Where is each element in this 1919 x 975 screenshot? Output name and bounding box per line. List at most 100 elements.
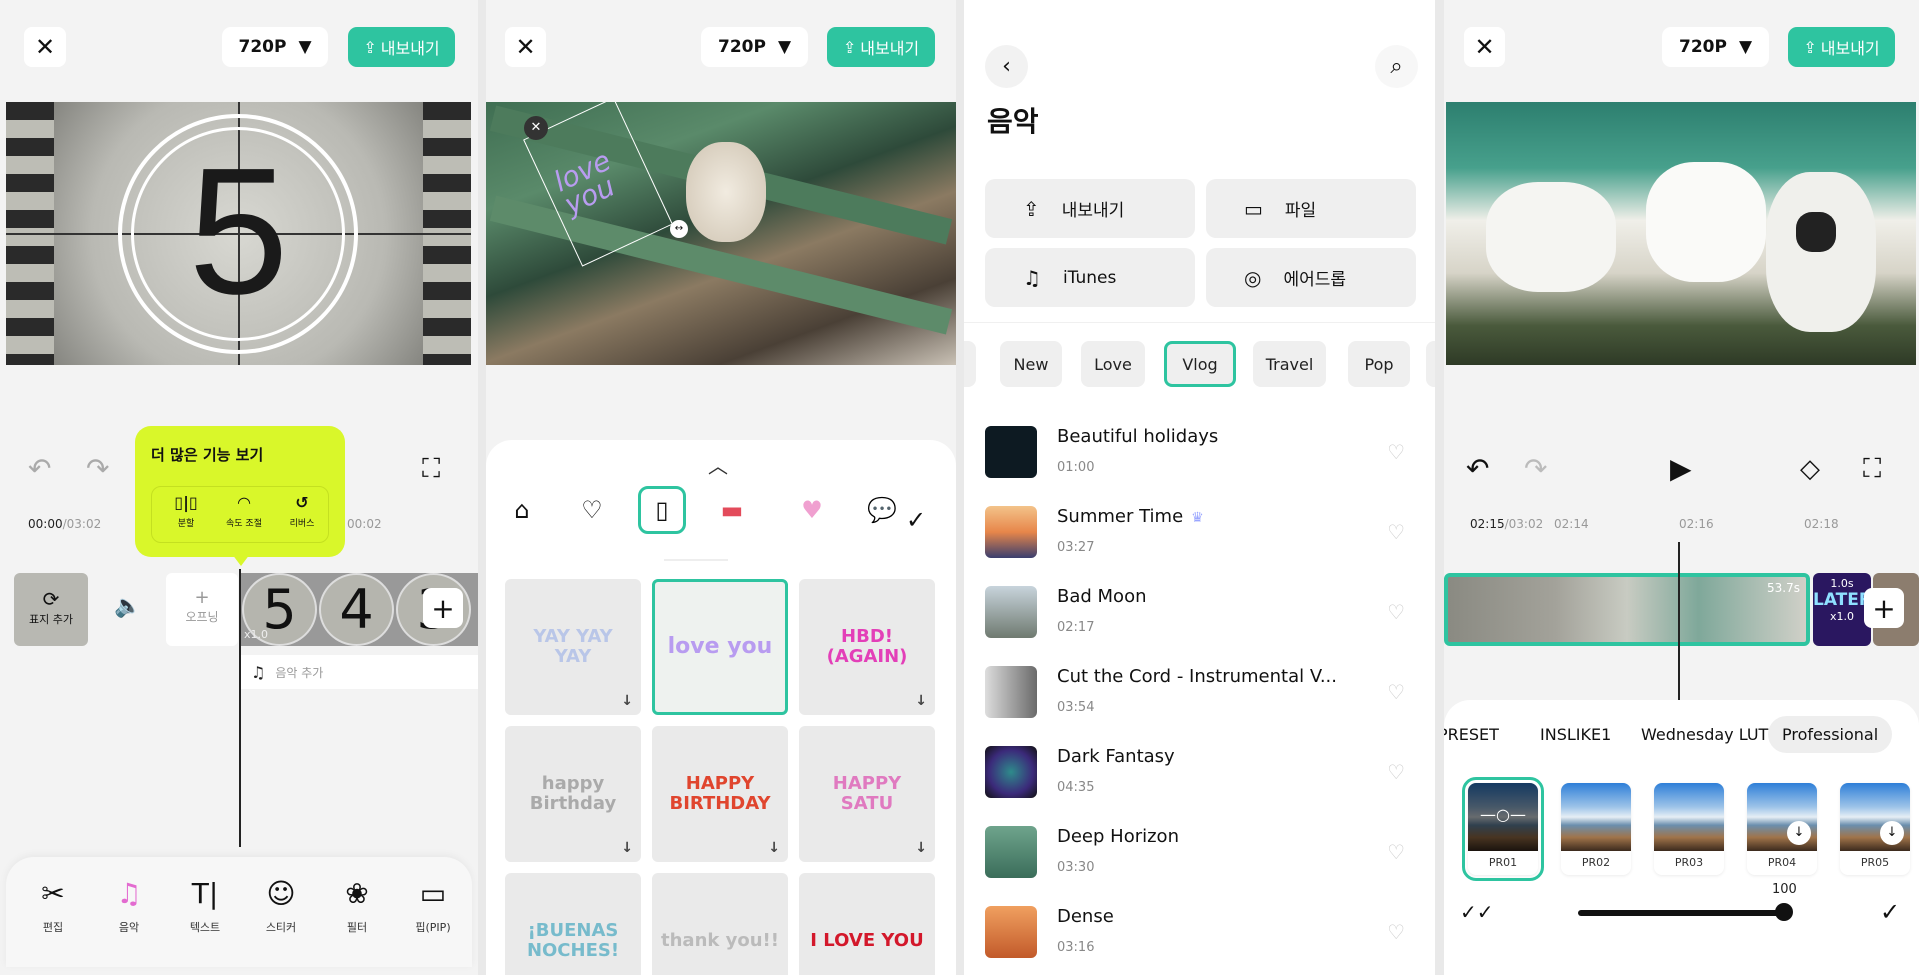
tool-music[interactable]: ♫ 음악 (94, 877, 164, 935)
sticker-item[interactable]: I LOVE YOU (799, 873, 935, 975)
filter-tab[interactable]: PRESET (1444, 725, 1499, 744)
add-opening-button[interactable]: + 오프닝 (166, 573, 238, 646)
tool-edit[interactable]: ✂ 편집 (18, 877, 88, 935)
selected-video-clip[interactable]: 53.7s (1444, 573, 1810, 646)
resolution-dropdown[interactable]: 720P ▼ (1662, 27, 1769, 67)
export-button[interactable]: ⇪ 내보내기 (1788, 27, 1895, 67)
download-icon[interactable]: ↓ (621, 840, 633, 856)
favorite-heart-icon[interactable]: ♡ (1387, 920, 1405, 944)
song-item[interactable]: Summer Time ♛ 03:27 ♡ (985, 500, 1415, 570)
sticker-resize-icon[interactable]: ↔ (670, 220, 688, 238)
sticker-category-heart-wings-icon[interactable]: ♥ (788, 486, 836, 534)
genre-chip[interactable]: Love (1081, 341, 1145, 387)
genre-chip[interactable]: Travel (1253, 341, 1326, 387)
sticker-category-favorite-heart-icon[interactable]: ♡ (568, 486, 616, 534)
video-preview[interactable] (1446, 102, 1916, 365)
sticker-category-speech-heart-icon[interactable]: 💬 (858, 486, 906, 534)
genre-chip-partial[interactable] (1426, 341, 1435, 387)
keyframe-button[interactable]: ◇ (1800, 454, 1820, 484)
export-button[interactable]: ⇪ 내보내기 (827, 27, 935, 67)
filter-thumb[interactable]: ↓ PR04 (1747, 783, 1817, 875)
download-icon[interactable]: ↓ (915, 693, 927, 709)
back-button[interactable]: ‹ (985, 45, 1028, 88)
playhead[interactable] (239, 569, 241, 847)
sticker-item[interactable]: HAPPY SATU ↓ (799, 726, 935, 862)
add-clip-button[interactable]: + (423, 588, 463, 628)
sticker-item[interactable]: HBD! (AGAIN) ↓ (799, 579, 935, 715)
source-folder[interactable]: ▭ 파일 (1206, 179, 1416, 238)
undo-button[interactable]: ↶ (28, 452, 51, 485)
fullscreen-button[interactable]: ⛶ (1863, 454, 1881, 485)
song-item[interactable]: Dense 03:16 ♡ (985, 900, 1415, 970)
sticker-delete-icon[interactable]: ✕ (524, 116, 548, 140)
undo-button[interactable]: ↶ (1466, 452, 1489, 485)
filter-thumb[interactable]: PR02 (1561, 783, 1631, 875)
song-item[interactable]: Bad Moon 02:17 ♡ (985, 580, 1415, 650)
favorite-heart-icon[interactable]: ♡ (1387, 840, 1405, 864)
tool-filter[interactable]: ❀ 필터 (322, 877, 392, 935)
source-export[interactable]: ⇪ 내보내기 (985, 179, 1195, 238)
volume-icon[interactable]: 🔈 (114, 594, 141, 619)
song-item[interactable]: Cut the Cord - Instrumental V... 03:54 ♡ (985, 660, 1415, 730)
download-icon[interactable]: ↓ (1880, 821, 1904, 845)
fullscreen-button[interactable]: ⛶ (422, 454, 440, 485)
song-item[interactable]: Beautiful holidays 01:00 ♡ (985, 420, 1415, 490)
search-button[interactable]: ⌕ (1375, 45, 1418, 88)
tool-sticker[interactable]: ☺ 스티커 (246, 877, 316, 935)
filter-thumb[interactable]: ↓ PR05 (1840, 783, 1910, 875)
filter-tab-selected[interactable]: Professional (1768, 716, 1893, 753)
export-button[interactable]: ⇪ 내보내기 (348, 27, 455, 67)
sticker-category-store-icon[interactable]: ⌂ (498, 486, 546, 534)
add-music-track[interactable]: ♫ 음악 추가 (241, 655, 478, 689)
sticker-category-text-sticker-icon[interactable]: ▯ (638, 486, 686, 534)
sticker-item[interactable]: thank you!! (652, 873, 788, 975)
sticker-item[interactable]: ¡BUENAS NOCHES! (505, 873, 641, 975)
play-button[interactable]: ▶ (1670, 452, 1692, 485)
redo-button[interactable]: ↷ (86, 452, 109, 485)
genre-chip[interactable]: New (1000, 341, 1062, 387)
apply-all-icon[interactable]: ✓✓ (1460, 900, 1494, 924)
tool-pip[interactable]: ▭ 핍(PIP) (398, 877, 468, 935)
tool-text[interactable]: T| 텍스트 (170, 877, 240, 935)
sticker-item[interactable]: love you (652, 579, 788, 715)
chevron-up-icon[interactable]: ︿ (708, 450, 728, 479)
sticker-category-banner-sticker-icon[interactable]: ▬ (708, 486, 756, 534)
resolution-dropdown[interactable]: 720P ▼ (222, 27, 328, 67)
sticker-item[interactable]: happy Birthday ↓ (505, 726, 641, 862)
close-button[interactable]: ✕ (24, 27, 66, 67)
filter-thumb-selected[interactable]: —○— PR01 (1462, 777, 1544, 881)
close-button[interactable]: ✕ (505, 27, 546, 67)
genre-chip[interactable]: Pop (1348, 341, 1410, 387)
download-icon[interactable]: ↓ (768, 840, 780, 856)
filter-tab[interactable]: Wednesday LUT (1641, 725, 1768, 744)
add-cover-button[interactable]: ⟳ 표지 추가 (14, 573, 88, 646)
favorite-heart-icon[interactable]: ♡ (1387, 680, 1405, 704)
download-icon[interactable]: ↓ (915, 840, 927, 856)
song-item[interactable]: Dark Fantasy 04:35 ♡ (985, 740, 1415, 810)
download-icon[interactable]: ↓ (1787, 821, 1811, 845)
favorite-heart-icon[interactable]: ♡ (1387, 600, 1405, 624)
favorite-heart-icon[interactable]: ♡ (1387, 520, 1405, 544)
favorite-heart-icon[interactable]: ♡ (1387, 440, 1405, 464)
song-item[interactable]: Deep Horizon 03:30 ♡ (985, 820, 1415, 890)
video-preview[interactable]: love you ✕ ↔ (486, 102, 956, 365)
genre-chip-selected[interactable]: Vlog (1164, 341, 1236, 387)
later-clip[interactable]: 1.0s LATER x1.0 (1813, 573, 1872, 646)
playhead[interactable] (1678, 542, 1680, 702)
sticker-item[interactable]: HAPPY BIRTHDAY ↓ (652, 726, 788, 862)
tooltip-item-0[interactable]: ▯|▯ 분할 (160, 493, 212, 529)
close-button[interactable]: ✕ (1464, 27, 1505, 67)
resolution-dropdown[interactable]: 720P ▼ (701, 27, 808, 67)
intensity-slider[interactable] (1578, 910, 1784, 916)
tooltip-item-1[interactable]: ◠ 속도 조절 (218, 493, 270, 529)
slider-thumb[interactable] (1775, 903, 1793, 921)
tooltip-item-2[interactable]: ↺ 리버스 (276, 493, 328, 529)
source-airdrop[interactable]: ◎ 에어드롭 (1206, 248, 1416, 307)
source-itunes-note[interactable]: ♫ iTunes (985, 248, 1195, 307)
favorite-heart-icon[interactable]: ♡ (1387, 760, 1405, 784)
add-clip-button[interactable]: + (1864, 588, 1904, 628)
video-preview[interactable]: 5 (6, 102, 471, 365)
download-icon[interactable]: ↓ (621, 693, 633, 709)
filter-thumb[interactable]: PR03 (1654, 783, 1724, 875)
redo-button[interactable]: ↷ (1524, 452, 1547, 485)
